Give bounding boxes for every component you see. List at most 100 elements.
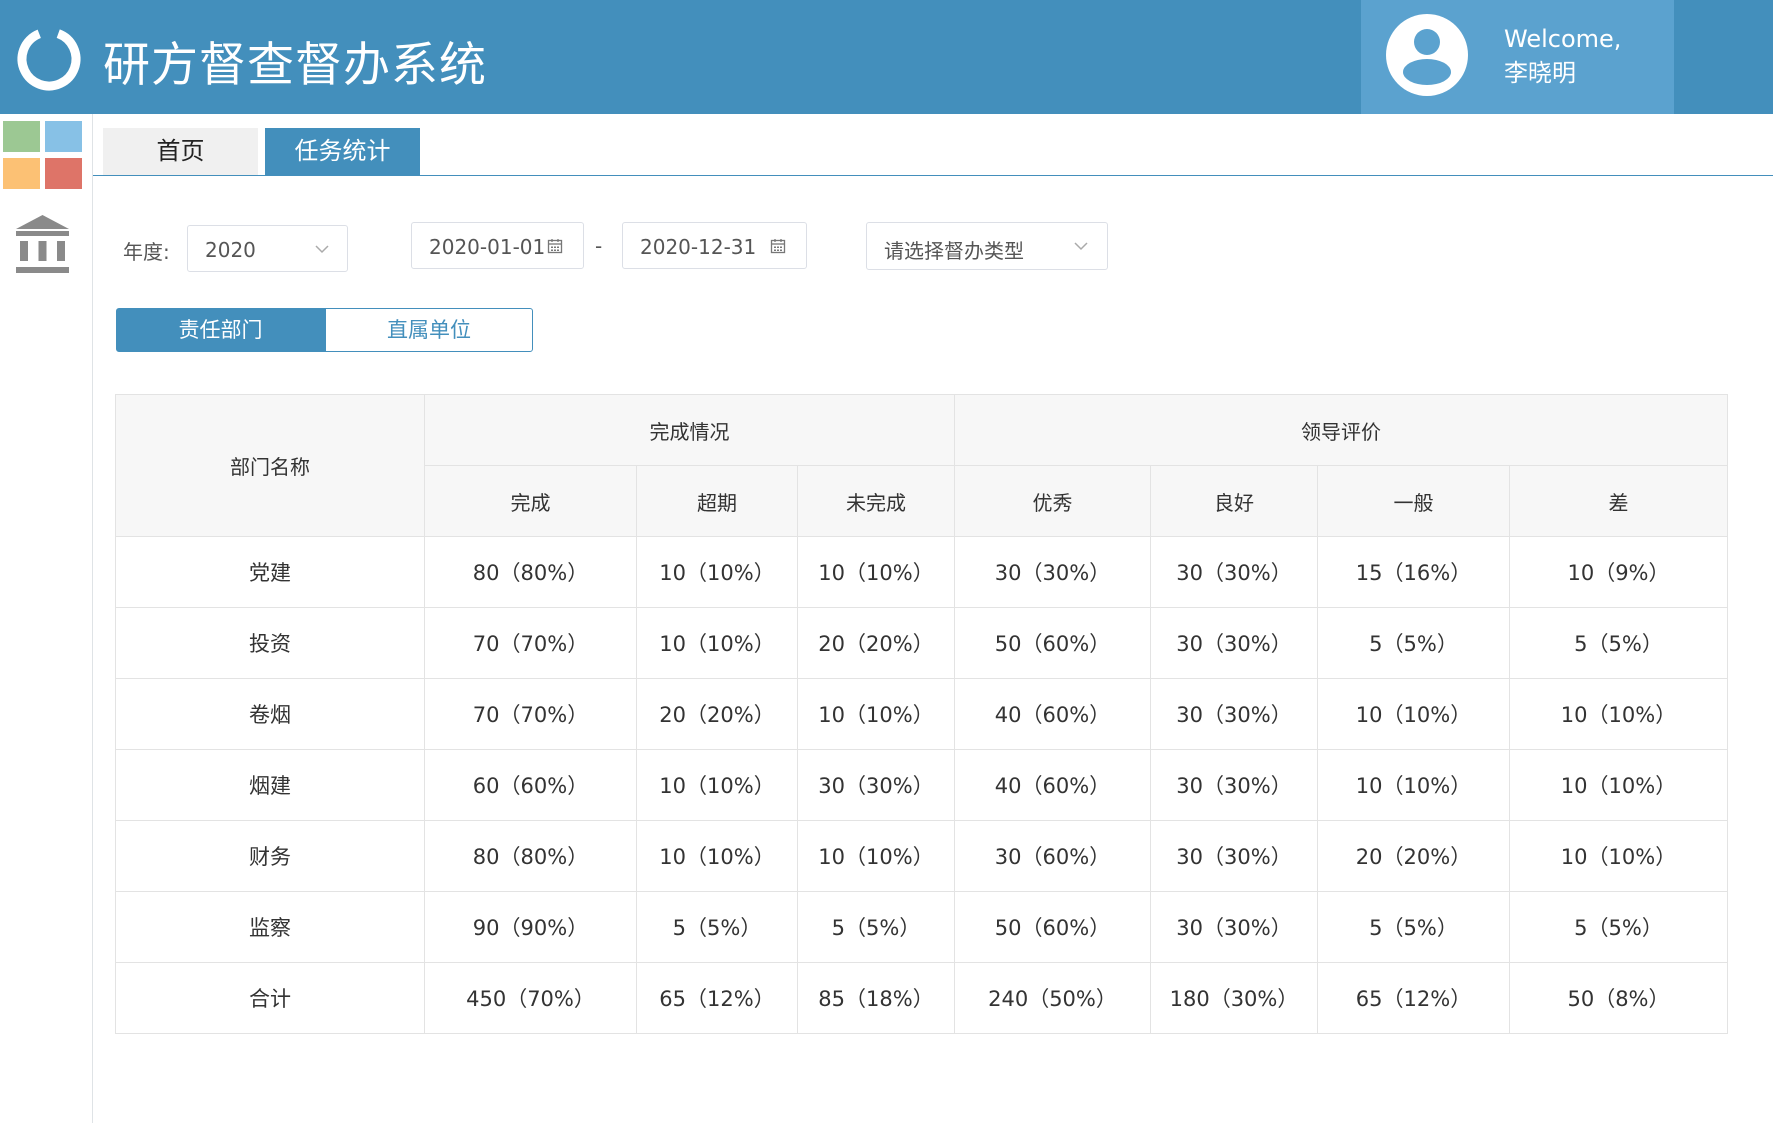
table-cell: 30（30%） [1150,891,1318,963]
table-cell: 65（12%） [1317,962,1510,1034]
table-cell: 5（5%） [1317,891,1510,963]
table-cell: 10（10%） [797,678,955,750]
table-cell: 10（10%） [1317,678,1510,750]
table-row: 烟建 60（60%） 10（10%） 30（30%） 40（60%） 30（30… [115,749,1728,821]
table-cell: 10（10%） [1317,749,1510,821]
dept-name-cell: 合计 [115,962,425,1034]
date-separator: - [595,234,603,258]
table-cell: 20（20%） [797,607,955,679]
table-cell: 80（80%） [424,820,637,892]
table-row: 卷烟 70（70%） 20（20%） 10（10%） 40（60%） 30（30… [115,678,1728,750]
table-cell: 10（10%） [797,536,955,608]
header-average: 一般 [1317,465,1510,537]
chevron-down-icon [1074,242,1088,251]
institution-icon[interactable] [14,214,71,275]
table-cell: 30（30%） [954,536,1151,608]
user-avatar-icon[interactable] [1386,14,1468,96]
table-cell: 65（12%） [636,962,798,1034]
start-date-input[interactable]: 2020-01-01 [411,222,584,269]
table-cell: 30（60%） [954,820,1151,892]
sidebar [0,114,93,1123]
header-incomplete: 未完成 [797,465,955,537]
table-cell: 10（10%） [636,607,798,679]
dept-name-cell: 财务 [115,820,425,892]
header-overdue: 超期 [636,465,798,537]
table-cell: 5（5%） [1509,891,1728,963]
table-cell: 10（9%） [1509,536,1728,608]
header-excellent: 优秀 [954,465,1151,537]
table-cell: 30（30%） [1150,678,1318,750]
year-select[interactable]: 2020 [187,225,348,272]
chevron-down-icon [315,245,329,254]
year-label: 年度: [123,240,170,264]
tab-task-stats[interactable]: 任务统计 [265,128,420,175]
dept-name-cell: 烟建 [115,749,425,821]
table-row: 监察 90（90%） 5（5%） 5（5%） 50（60%） 30（30%） 5… [115,891,1728,963]
table-cell: 50（60%） [954,891,1151,963]
table-cell: 10（10%） [1509,749,1728,821]
segment-responsible-dept[interactable]: 责任部门 [116,308,325,352]
table-cell: 450（70%） [424,962,637,1034]
table-cell: 20（20%） [636,678,798,750]
task-stats-table: 部门名称 完成情况 领导评价 完成 超期 未完成 优秀 良好 一般 差 党建 8… [115,394,1728,1034]
calendar-icon [770,239,786,254]
user-panel[interactable]: Welcome, 李晓明 [1361,0,1674,114]
table-cell: 50（60%） [954,607,1151,679]
tab-home[interactable]: 首页 [103,128,258,175]
table-cell: 10（10%） [636,820,798,892]
header-completion-group: 完成情况 [424,394,955,466]
end-date-input[interactable]: 2020-12-31 [622,222,807,269]
user-name: 李晓明 [1504,59,1576,87]
table-row: 党建 80（80%） 10（10%） 10（10%） 30（30%） 30（30… [115,536,1728,608]
table-cell: 30（30%） [1150,536,1318,608]
end-date-value: 2020-12-31 [640,235,757,259]
table-cell: 30（30%） [1150,749,1318,821]
segment-direct-unit[interactable]: 直属单位 [325,308,533,352]
table-cell: 5（5%） [1317,607,1510,679]
tile-blue [45,121,82,152]
start-date-value: 2020-01-01 [429,235,546,259]
table-row-total: 合计 450（70%） 65（12%） 85（18%） 240（50%） 180… [115,962,1728,1034]
table-cell: 40（60%） [954,678,1151,750]
header-completed: 完成 [424,465,637,537]
table-cell: 20（20%） [1317,820,1510,892]
app-title: 研方督查督办系统 [103,38,487,93]
table-cell: 70（70%） [424,678,637,750]
welcome-text: Welcome, 李晓明 [1504,22,1621,90]
tile-red [45,158,82,189]
table-cell: 30（30%） [1150,607,1318,679]
header-leader-eval-group: 领导评价 [954,394,1728,466]
table-cell: 5（5%） [636,891,798,963]
tab-bar: 首页 任务统计 [93,114,1773,176]
welcome-greeting: Welcome, [1504,25,1622,53]
table-cell: 5（5%） [1509,607,1728,679]
year-value: 2020 [205,238,256,262]
table-cell: 10（10%） [636,749,798,821]
dept-name-cell: 监察 [115,891,425,963]
table-cell: 15（16%） [1317,536,1510,608]
dept-name-cell: 投资 [115,607,425,679]
table-cell: 50（8%） [1509,962,1728,1034]
dept-name-cell: 党建 [115,536,425,608]
dept-name-cell: 卷烟 [115,678,425,750]
table-cell: 70（70%） [424,607,637,679]
header-poor: 差 [1509,465,1728,537]
table-cell: 10（10%） [1509,820,1728,892]
header-good: 良好 [1150,465,1318,537]
tile-orange [3,158,40,189]
header-dept-name: 部门名称 [115,394,425,537]
supervision-type-placeholder: 请选择督办类型 [884,239,1024,263]
table-cell: 30（30%） [1150,820,1318,892]
table-cell: 10（10%） [1509,678,1728,750]
supervision-type-select[interactable]: 请选择督办类型 [866,222,1108,270]
table-cell: 90（90%） [424,891,637,963]
calendar-icon [547,239,563,254]
table-row: 投资 70（70%） 10（10%） 20（20%） 50（60%） 30（30… [115,607,1728,679]
table-cell: 40（60%） [954,749,1151,821]
ring-logo-icon [17,27,81,91]
table-cell: 60（60%） [424,749,637,821]
table-cell: 10（10%） [797,820,955,892]
top-header: 研方督查督办系统 Welcome, 李晓明 [0,0,1773,114]
table-cell: 240（50%） [954,962,1151,1034]
table-cell: 30（30%） [797,749,955,821]
